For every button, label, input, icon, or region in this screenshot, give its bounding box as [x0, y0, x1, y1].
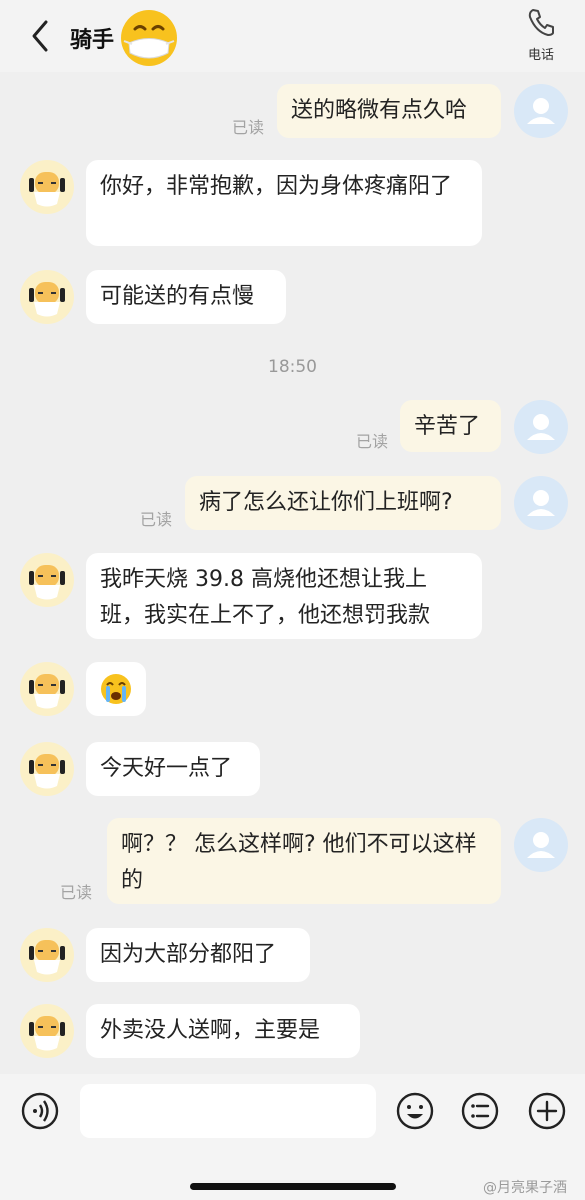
mask-face-emoji-icon	[118, 7, 180, 69]
read-status: 已读	[60, 883, 93, 902]
input-toolbar: @月亮果子酒	[0, 1074, 585, 1200]
rider-avatar[interactable]	[20, 742, 74, 796]
message-row: 已读 送的略微有点久哈	[0, 84, 585, 140]
message-bubble[interactable]: 今天好一点了	[86, 742, 260, 796]
message-row: 你好，非常抱歉，因为身体疼痛阳了	[0, 160, 585, 248]
message-row: 已读 辛苦了	[0, 400, 585, 456]
rider-avatar[interactable]	[20, 160, 74, 214]
message-bubble[interactable]: 辛苦了	[400, 400, 501, 452]
message-row	[0, 662, 585, 718]
user-avatar[interactable]	[514, 400, 568, 454]
user-avatar[interactable]	[514, 84, 568, 138]
back-arrow-icon	[32, 20, 48, 52]
read-status: 已读	[356, 432, 389, 451]
message-bubble[interactable]: 因为大部分都阳了	[86, 928, 310, 982]
message-row: 我昨天烧 39.8 高烧他还想让我上班，我实在上不了，他还想罚我款	[0, 553, 585, 641]
message-row: 今天好一点了	[0, 742, 585, 798]
voice-input-button[interactable]	[20, 1091, 60, 1131]
rider-avatar[interactable]	[20, 270, 74, 324]
user-avatar[interactable]	[514, 476, 568, 530]
message-row: 因为大部分都阳了	[0, 928, 585, 984]
user-avatar[interactable]	[514, 818, 568, 872]
loudly-crying-face-icon	[101, 674, 131, 704]
rider-avatar[interactable]	[20, 662, 74, 716]
watermark: @月亮果子酒	[483, 1180, 567, 1196]
chat-header: 骑手 电话	[0, 0, 585, 72]
message-bubble[interactable]: 啊？？ 怎么这样啊? 他们不可以这样的	[107, 818, 501, 904]
read-status: 已读	[232, 118, 265, 137]
rider-avatar[interactable]	[20, 928, 74, 982]
message-timestamp: 18:50	[268, 357, 317, 377]
voice-input-icon	[21, 1092, 59, 1130]
emoji-icon	[396, 1092, 434, 1130]
phone-icon	[528, 8, 554, 36]
message-input[interactable]	[80, 1084, 376, 1138]
chat-title: 骑手	[70, 28, 115, 53]
rider-avatar[interactable]	[20, 1004, 74, 1058]
message-row: 已读 啊？？ 怎么这样啊? 他们不可以这样的	[0, 818, 585, 906]
add-icon	[528, 1092, 566, 1130]
phone-label: 电话	[527, 48, 554, 63]
more-options-button[interactable]	[460, 1091, 500, 1131]
message-bubble[interactable]: 我昨天烧 39.8 高烧他还想让我上班，我实在上不了，他还想罚我款	[86, 553, 482, 639]
message-bubble[interactable]: 你好，非常抱歉，因为身体疼痛阳了	[86, 160, 482, 246]
more-options-icon	[461, 1092, 499, 1130]
message-bubble[interactable]: 可能送的有点慢	[86, 270, 286, 324]
read-status: 已读	[140, 510, 173, 529]
message-bubble[interactable]: 外卖没人送啊，主要是	[86, 1004, 360, 1058]
emoji-button[interactable]	[395, 1091, 435, 1131]
message-row: 可能送的有点慢	[0, 270, 585, 326]
message-bubble[interactable]: 病了怎么还让你们上班啊?	[185, 476, 501, 530]
message-row: 已读 病了怎么还让你们上班啊?	[0, 476, 585, 532]
rider-avatar[interactable]	[20, 553, 74, 607]
message-row: 外卖没人送啊，主要是	[0, 1004, 585, 1060]
back-button[interactable]	[26, 18, 56, 54]
phone-button[interactable]: 电话	[515, 8, 567, 64]
emoji-message-bubble[interactable]	[86, 662, 146, 716]
message-bubble[interactable]: 送的略微有点久哈	[277, 84, 501, 138]
add-button[interactable]	[527, 1091, 567, 1131]
home-indicator	[190, 1183, 396, 1190]
